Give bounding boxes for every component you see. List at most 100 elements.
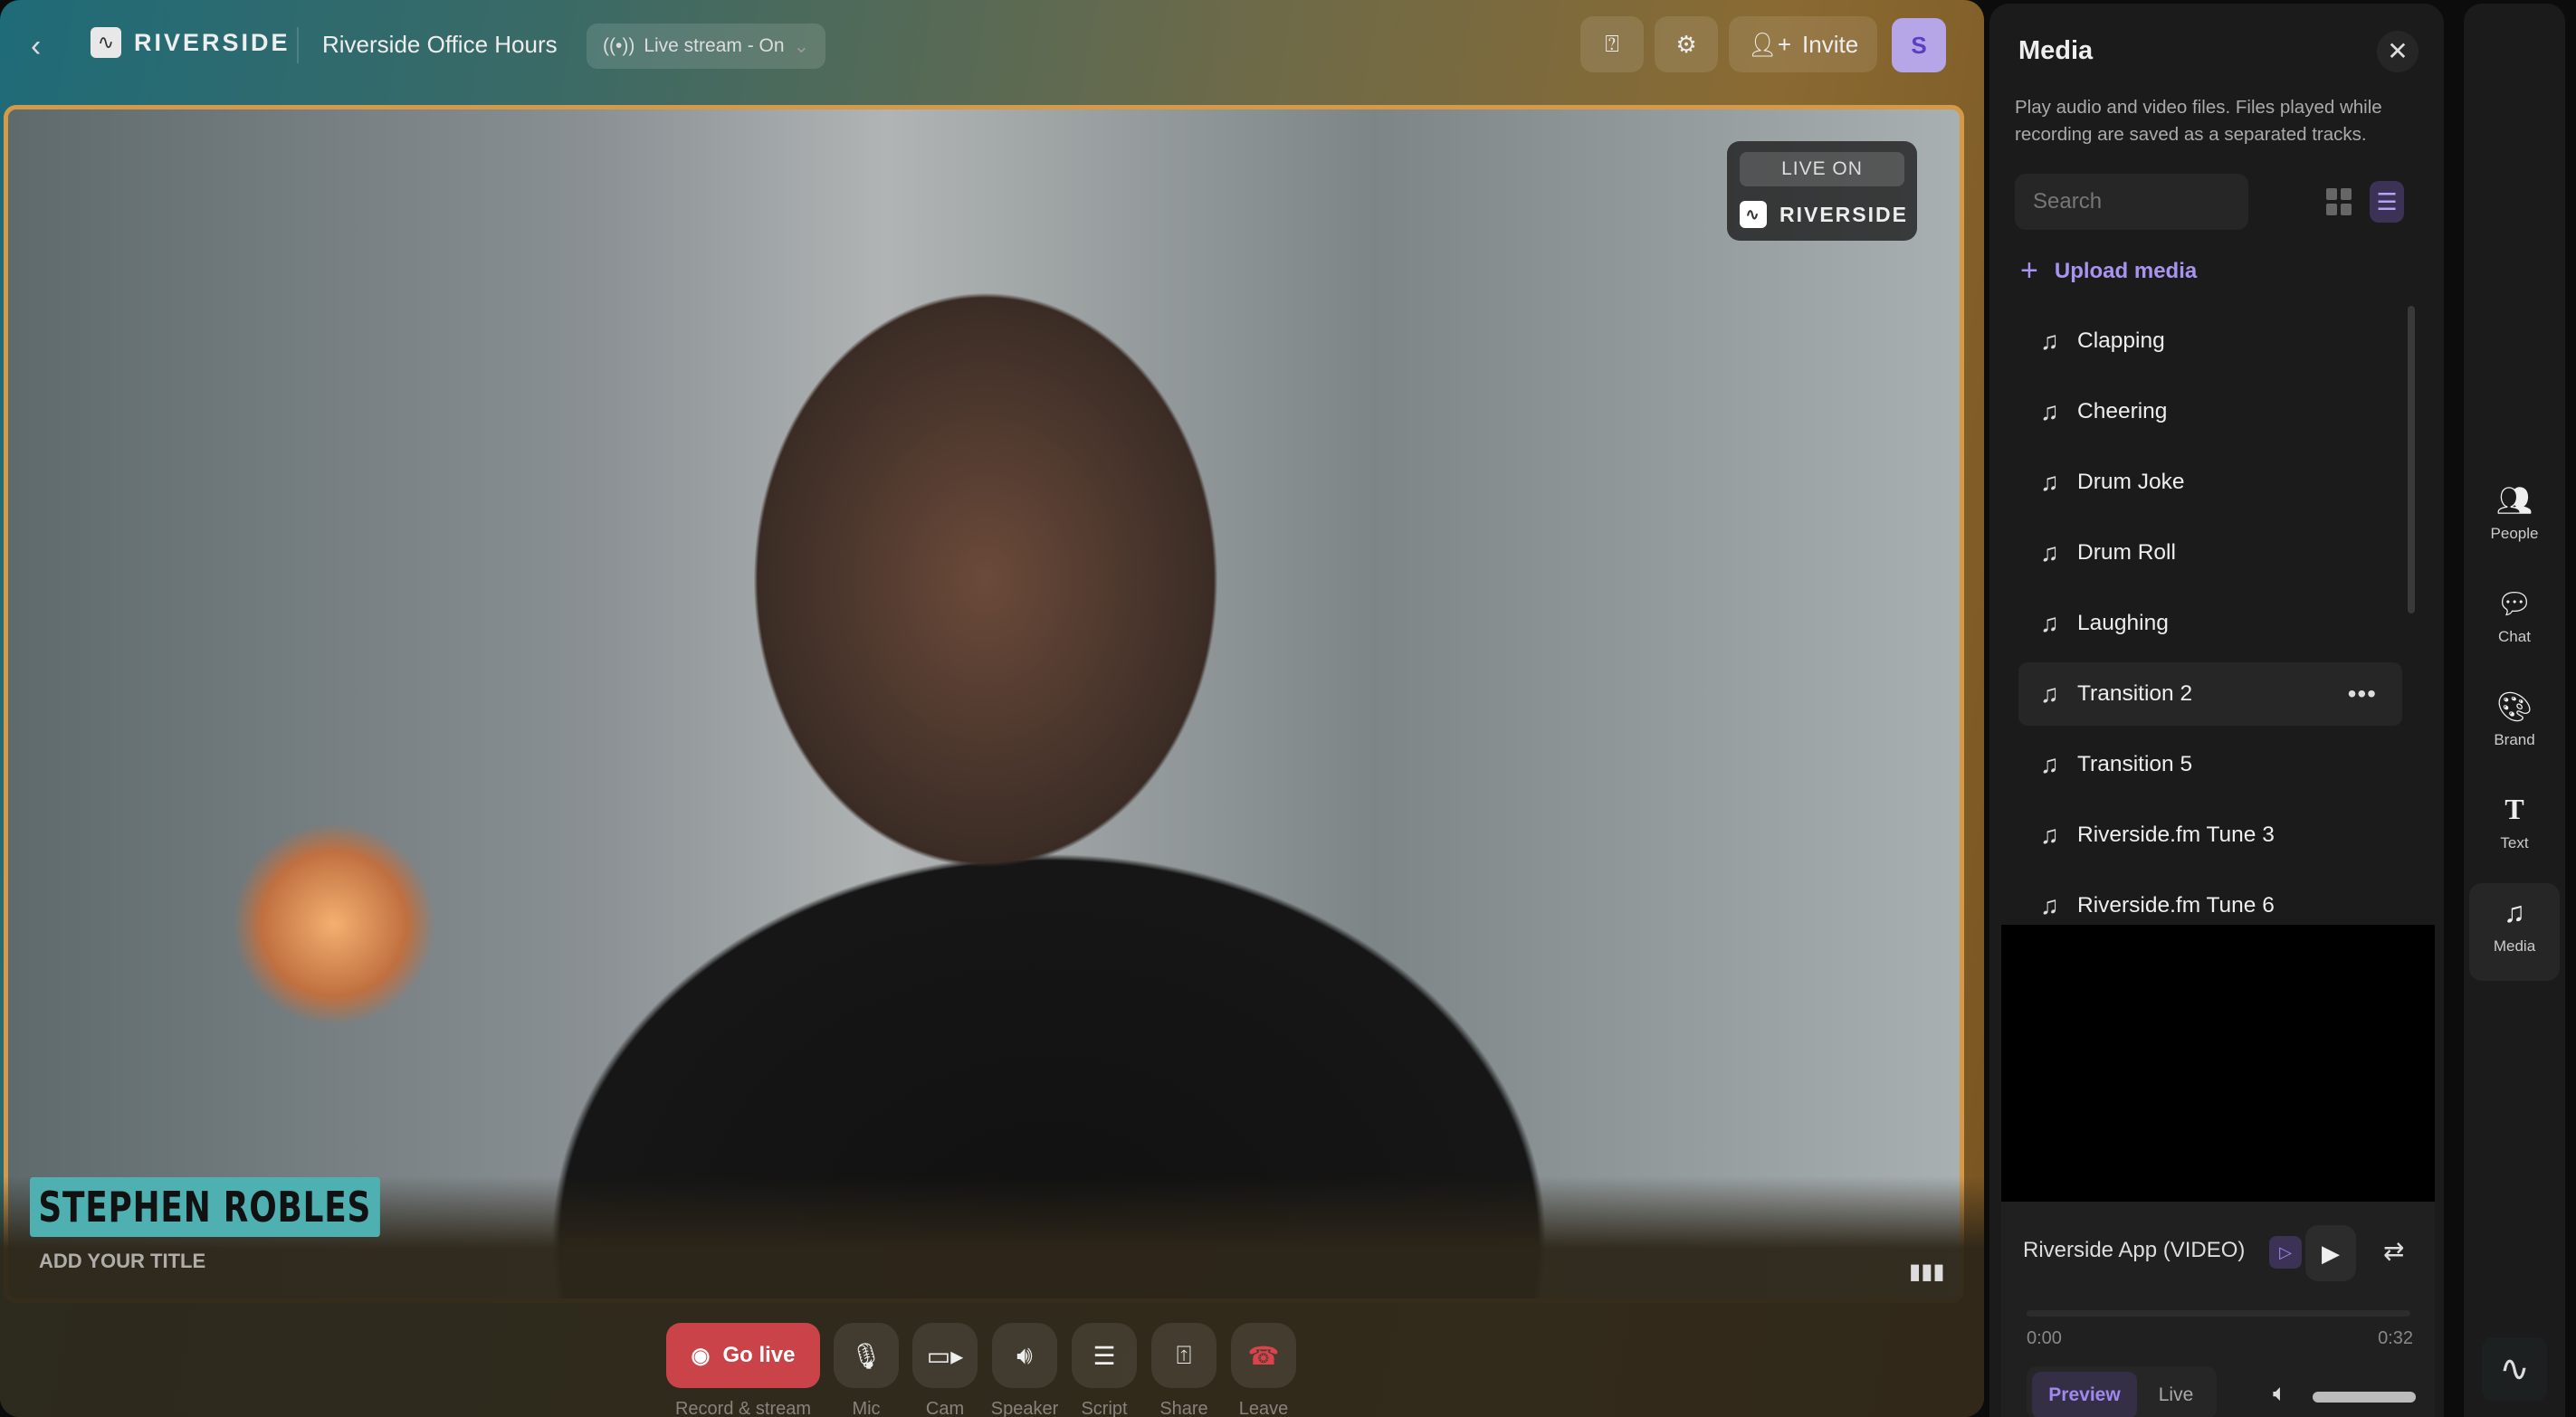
loop-icon[interactable]: ⇄ bbox=[2383, 1236, 2404, 1266]
waveform-icon[interactable]: ∿ bbox=[2482, 1337, 2547, 1401]
go-live-label: Go live bbox=[722, 1343, 796, 1367]
live-stream-dropdown[interactable]: ((•)) Live stream - On ⌄ bbox=[587, 24, 826, 69]
nav-text[interactable]: T Text bbox=[2469, 780, 2560, 878]
share-button[interactable]: ⍐ bbox=[1151, 1323, 1216, 1388]
video-file-icon: ▷ bbox=[2269, 1236, 2302, 1269]
close-button[interactable]: ✕ bbox=[2377, 31, 2419, 72]
mode-toggle: Preview Live bbox=[2027, 1366, 2217, 1417]
back-chevron-icon[interactable]: ‹ bbox=[31, 29, 41, 64]
avatar[interactable]: S bbox=[1892, 18, 1946, 72]
cam-button[interactable]: ▭▸ bbox=[912, 1323, 978, 1388]
speaker-icon: 🔊︎ bbox=[1016, 1340, 1033, 1369]
lower-third: STEPHEN ROBLES ADD YOUR TITLE bbox=[30, 1177, 479, 1273]
live-tab[interactable]: Live bbox=[2141, 1372, 2211, 1417]
record-stream-label: Record & stream bbox=[674, 1399, 812, 1417]
camera-icon: ▭▸ bbox=[926, 1341, 964, 1370]
music-note-icon: ♫ bbox=[2040, 821, 2059, 849]
item-label: Drum Roll bbox=[2077, 540, 2176, 565]
nav-people[interactable]: 👥︎ People bbox=[2469, 471, 2560, 568]
item-label: Transition 2 bbox=[2077, 681, 2193, 706]
music-note-icon: ♫ bbox=[2040, 750, 2059, 778]
preview-tab[interactable]: Preview bbox=[2032, 1372, 2137, 1417]
nav-label: Brand bbox=[2494, 731, 2535, 748]
live-on-badge: LIVE ON ∿ RIVERSIDE bbox=[1727, 141, 1917, 241]
media-panel: Media ✕ Play audio and video files. File… bbox=[1989, 4, 2444, 1417]
video-preview bbox=[2001, 925, 2435, 1202]
speaker-button[interactable]: 🔊︎ bbox=[992, 1323, 1057, 1388]
music-note-icon: ♫ bbox=[2040, 327, 2059, 355]
more-options-icon[interactable]: ••• bbox=[2348, 680, 2377, 708]
list-item[interactable]: ♫ Riverside.fm Tune 3 bbox=[2018, 804, 2402, 867]
item-label: Transition 5 bbox=[2077, 752, 2193, 776]
nav-chat[interactable]: 💬︎ Chat bbox=[2469, 574, 2560, 671]
riverside-logo: ∿ RIVERSIDE bbox=[91, 27, 291, 58]
live-brand: RIVERSIDE bbox=[1779, 202, 1908, 226]
call-controls: ◉ Go live Record & stream 🎙︎ Mic ▭▸ Cam 🔊… bbox=[0, 1323, 1984, 1417]
nav-label: Media bbox=[2493, 937, 2536, 955]
video-feed: STEPHEN ROBLES ADD YOUR TITLE ▮▮▮ bbox=[4, 105, 1964, 1303]
text-icon: T bbox=[2504, 793, 2524, 825]
play-button[interactable]: ▶ bbox=[2305, 1225, 2356, 1281]
list-item[interactable]: ♫ Transition 2 ••• bbox=[2018, 662, 2402, 726]
list-view-icon[interactable]: ☰ bbox=[2370, 181, 2404, 223]
music-note-icon: ♫ bbox=[2040, 891, 2059, 919]
help-chat-icon: ⍰ bbox=[1605, 30, 1619, 57]
studio-stage: ‹ ∿ RIVERSIDE Riverside Office Hours ((•… bbox=[0, 0, 1984, 1417]
list-item[interactable]: ♫ Drum Roll bbox=[2018, 521, 2402, 585]
nav-media[interactable]: ♫ Media bbox=[2469, 883, 2560, 981]
item-label: Laughing bbox=[2077, 611, 2169, 635]
nav-label: People bbox=[2490, 525, 2539, 542]
help-button[interactable]: ⍰ bbox=[1580, 16, 1644, 72]
list-item[interactable]: ♫ Transition 5 bbox=[2018, 733, 2402, 796]
progress-bar[interactable] bbox=[2027, 1310, 2410, 1317]
upload-media-button[interactable]: + Upload media bbox=[2020, 253, 2197, 289]
item-label: Cheering bbox=[2077, 399, 2168, 423]
list-item[interactable]: ♫ Clapping bbox=[2018, 309, 2402, 373]
list-item[interactable]: ♫ Cheering bbox=[2018, 380, 2402, 443]
item-label: Riverside.fm Tune 3 bbox=[2077, 823, 2275, 847]
invite-button[interactable]: 👤︎+ Invite bbox=[1729, 16, 1877, 72]
cam-label: Cam bbox=[925, 1399, 965, 1417]
list-item[interactable]: ♫ Laughing bbox=[2018, 592, 2402, 655]
add-user-icon: 👤︎+ bbox=[1747, 30, 1792, 58]
right-nav: 👥︎ People 💬︎ Chat 🎨︎ Brand T Text ♫ Media ∿ bbox=[2464, 4, 2565, 1417]
chat-icon: 💬︎ bbox=[2495, 587, 2533, 620]
leave-label: Leave bbox=[1238, 1399, 1289, 1417]
riverside-logo-icon: ∿ bbox=[91, 27, 121, 58]
music-note-icon: ♫ bbox=[2040, 397, 2059, 425]
search-input[interactable] bbox=[2015, 174, 2248, 230]
live-on-label: LIVE ON bbox=[1740, 152, 1904, 186]
volume-slider[interactable] bbox=[2313, 1392, 2416, 1403]
music-note-icon: ♫ bbox=[2040, 609, 2059, 637]
broadcast-icon: ((•)) bbox=[603, 35, 635, 56]
media-list: ♫ Clapping ♫ Cheering ♫ Drum Joke ♫ Drum Rol… bbox=[2018, 309, 2402, 945]
panel-title: Media bbox=[2018, 36, 2094, 65]
music-note-icon: ♫ bbox=[2040, 680, 2059, 708]
grid-view-icon[interactable] bbox=[2326, 188, 2353, 215]
speaker-label: Speaker bbox=[990, 1399, 1059, 1417]
mic-button[interactable]: 🎙︎ bbox=[834, 1323, 899, 1388]
media-player: Riverside App (VIDEO) ▷ ▶ ⇄ 0:00 0:32 Pr… bbox=[2001, 1202, 2435, 1417]
hang-up-icon: ☎︎ bbox=[1247, 1341, 1280, 1370]
session-title: Riverside Office Hours bbox=[322, 31, 558, 58]
invite-label: Invite bbox=[1802, 30, 1859, 58]
duration: 0:32 bbox=[2378, 1328, 2413, 1348]
speaker-title: ADD YOUR TITLE bbox=[39, 1250, 206, 1272]
script-button[interactable]: ☰ bbox=[1072, 1323, 1137, 1388]
play-icon: ▶ bbox=[2322, 1240, 2340, 1267]
settings-button[interactable]: ⚙ bbox=[1655, 16, 1718, 72]
close-icon: ✕ bbox=[2387, 37, 2409, 65]
item-label: Drum Joke bbox=[2077, 470, 2185, 494]
list-item[interactable]: ♫ Drum Joke bbox=[2018, 451, 2402, 514]
nav-brand[interactable]: 🎨︎ Brand bbox=[2469, 677, 2560, 775]
mic-label: Mic bbox=[852, 1399, 881, 1417]
upload-label: Upload media bbox=[2054, 258, 2198, 283]
speaker-name: STEPHEN ROBLES bbox=[30, 1177, 380, 1237]
chevron-down-icon: ⌄ bbox=[793, 35, 810, 57]
scrollbar[interactable] bbox=[2408, 306, 2415, 613]
nav-label: Text bbox=[2500, 834, 2529, 851]
leave-button[interactable]: ☎︎ bbox=[1231, 1323, 1296, 1388]
divider bbox=[297, 27, 299, 63]
go-live-button[interactable]: ◉ Go live bbox=[666, 1323, 820, 1388]
riverside-logo-icon: ∿ bbox=[1740, 201, 1767, 228]
